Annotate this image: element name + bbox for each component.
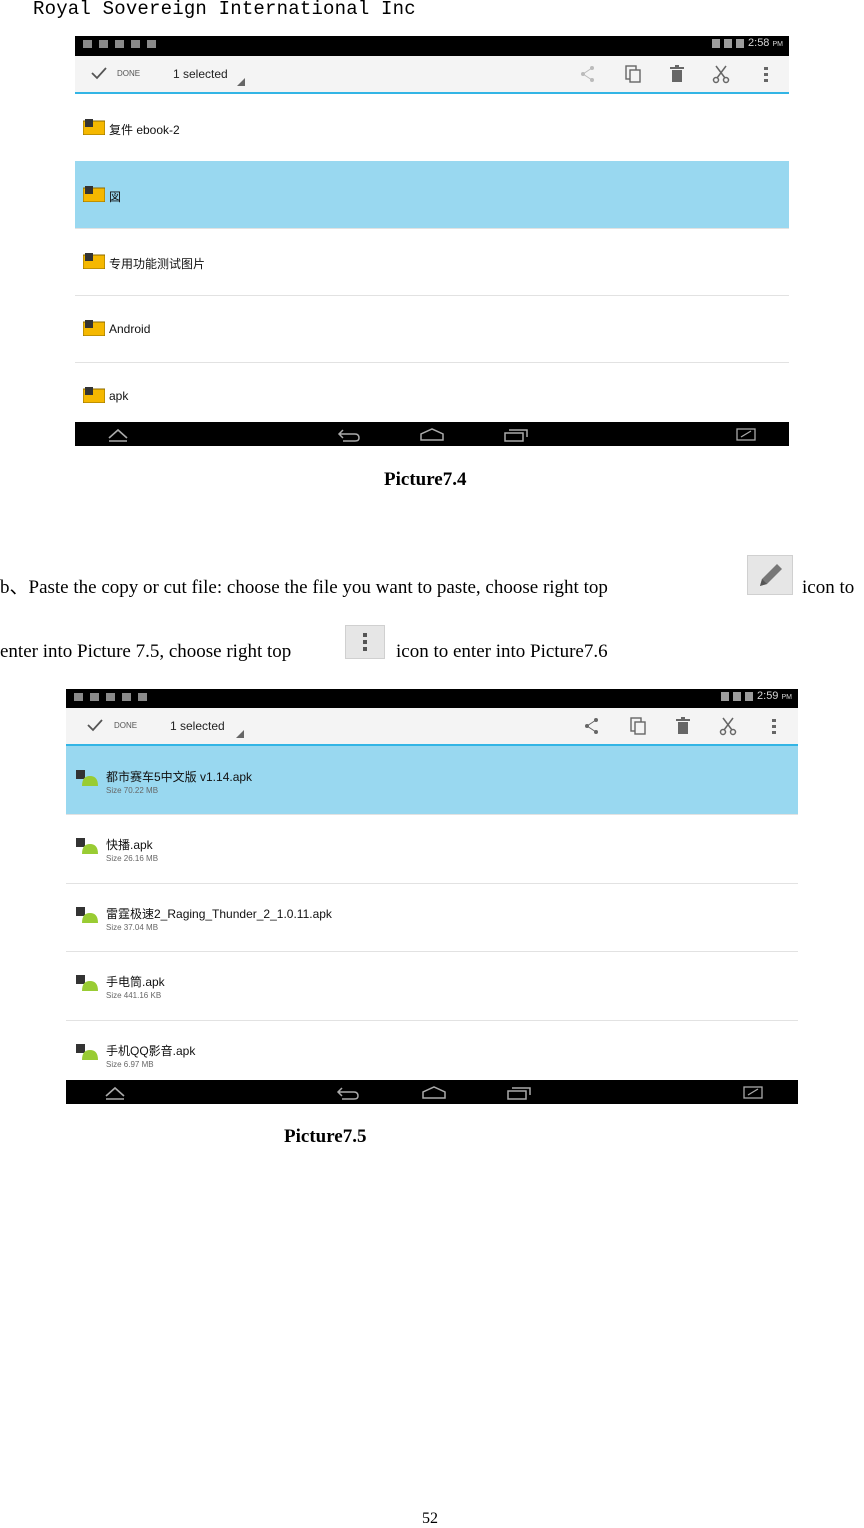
list-item[interactable]: Android — [75, 295, 789, 363]
status-bar: 2:59 PM — [66, 689, 798, 708]
apk-file-icon — [76, 838, 98, 854]
copy-icon[interactable] — [623, 64, 643, 84]
menu-icon-reference — [345, 625, 385, 659]
figure-caption: Picture7.5 — [284, 1126, 367, 1147]
dropdown-triangle-icon — [237, 78, 245, 86]
bluetooth-icon — [721, 691, 730, 701]
check-icon[interactable] — [90, 64, 108, 82]
folder-icon — [83, 387, 105, 403]
list-item[interactable]: 図 — [75, 161, 789, 229]
wifi-icon — [724, 38, 733, 48]
battery-icon — [736, 38, 745, 48]
back-icon[interactable] — [336, 1086, 360, 1100]
done-button[interactable]: DONE — [117, 69, 140, 78]
navigation-bar — [75, 422, 789, 446]
notification-icons — [74, 693, 147, 701]
apk-file-icon — [76, 907, 98, 923]
share-icon[interactable] — [582, 716, 602, 736]
apk-file-icon — [76, 770, 98, 786]
instruction-line-1-part-2: icon to — [802, 577, 855, 598]
list-item[interactable]: 手电筒.apk Size 441.16 KB — [66, 951, 798, 1021]
apk-file-icon — [76, 975, 98, 991]
overflow-menu-icon[interactable] — [764, 716, 784, 736]
list-item[interactable]: 专用功能测试图片 — [75, 228, 789, 296]
check-icon[interactable] — [86, 716, 104, 734]
folder-icon — [83, 186, 105, 202]
file-list: 都市赛车5中文版 v1.14.apk Size 70.22 MB 快播.apk … — [66, 746, 798, 1080]
fullscreen-icon[interactable] — [742, 1085, 764, 1100]
selection-count-dropdown[interactable]: 1 selected — [170, 719, 225, 733]
cut-icon[interactable] — [711, 64, 731, 84]
wifi-icon — [733, 691, 742, 701]
cut-icon[interactable] — [718, 716, 738, 736]
status-icons: 2:58 PM — [712, 37, 783, 49]
selection-count-dropdown[interactable]: 1 selected — [173, 67, 228, 81]
pencil-icon — [760, 564, 782, 586]
navigation-bar — [66, 1080, 798, 1104]
action-bar: DONE 1 selected — [66, 708, 798, 746]
battery-icon — [745, 691, 754, 701]
file-list: 复件 ebook-2 図 专用功能测试图片 Android apk — [75, 94, 789, 422]
paste-icon-reference — [747, 555, 793, 595]
list-item[interactable]: 手机QQ影音.apk Size 6.97 MB — [66, 1020, 798, 1080]
recent-apps-icon[interactable] — [503, 427, 529, 442]
copy-icon[interactable] — [628, 716, 648, 736]
apk-file-icon — [76, 1044, 98, 1060]
list-item[interactable]: 雷霆极速2_Raging_Thunder_2_1.0.11.apk Size 3… — [66, 883, 798, 952]
back-icon[interactable] — [337, 428, 361, 442]
notification-icons — [83, 40, 156, 48]
folder-icon — [83, 253, 105, 269]
instruction-line-2-part-1: enter into Picture 7.5, choose right top — [0, 641, 292, 662]
delete-icon[interactable] — [673, 716, 693, 736]
folder-icon — [83, 119, 105, 135]
list-item[interactable]: 复件 ebook-2 — [75, 94, 789, 162]
dropdown-triangle-icon — [236, 730, 244, 738]
figure-caption: Picture7.4 — [384, 469, 467, 490]
status-bar: 2:58 PM — [75, 36, 789, 56]
done-button[interactable]: DONE — [114, 721, 137, 730]
instruction-line-1-part-1: b、Paste the copy or cut file: choose the… — [0, 577, 608, 598]
hide-keyboard-icon[interactable] — [107, 428, 129, 442]
delete-icon[interactable] — [667, 64, 687, 84]
list-item[interactable]: apk — [75, 362, 789, 422]
fullscreen-icon[interactable] — [735, 427, 757, 442]
screenshot-picture-7-4: 2:58 PM DONE 1 selected 复件 ebook-2 図 专用功… — [75, 36, 789, 446]
status-icons: 2:59 PM — [721, 690, 792, 702]
hide-keyboard-icon[interactable] — [104, 1086, 126, 1100]
overflow-menu-icon — [363, 633, 367, 651]
action-bar: DONE 1 selected — [75, 56, 789, 94]
screenshot-picture-7-5: 2:59 PM DONE 1 selected 都市赛车5中文版 v1.14.a… — [66, 689, 798, 1104]
status-time: 2:59 PM — [757, 690, 792, 702]
home-icon[interactable] — [419, 427, 445, 442]
overflow-menu-icon[interactable] — [756, 64, 776, 84]
share-icon[interactable] — [578, 64, 598, 84]
recent-apps-icon[interactable] — [506, 1085, 532, 1100]
status-time: 2:58 PM — [748, 37, 783, 49]
instruction-line-2-part-2: icon to enter into Picture7.6 — [396, 641, 608, 662]
folder-icon — [83, 320, 105, 336]
home-icon[interactable] — [421, 1085, 447, 1100]
list-item[interactable]: 都市赛车5中文版 v1.14.apk Size 70.22 MB — [66, 746, 798, 815]
page-number: 52 — [422, 1510, 438, 1527]
bluetooth-icon — [712, 38, 721, 48]
list-item[interactable]: 快播.apk Size 26.16 MB — [66, 814, 798, 884]
page-header-title: Royal Sovereign International Inc — [33, 0, 416, 20]
